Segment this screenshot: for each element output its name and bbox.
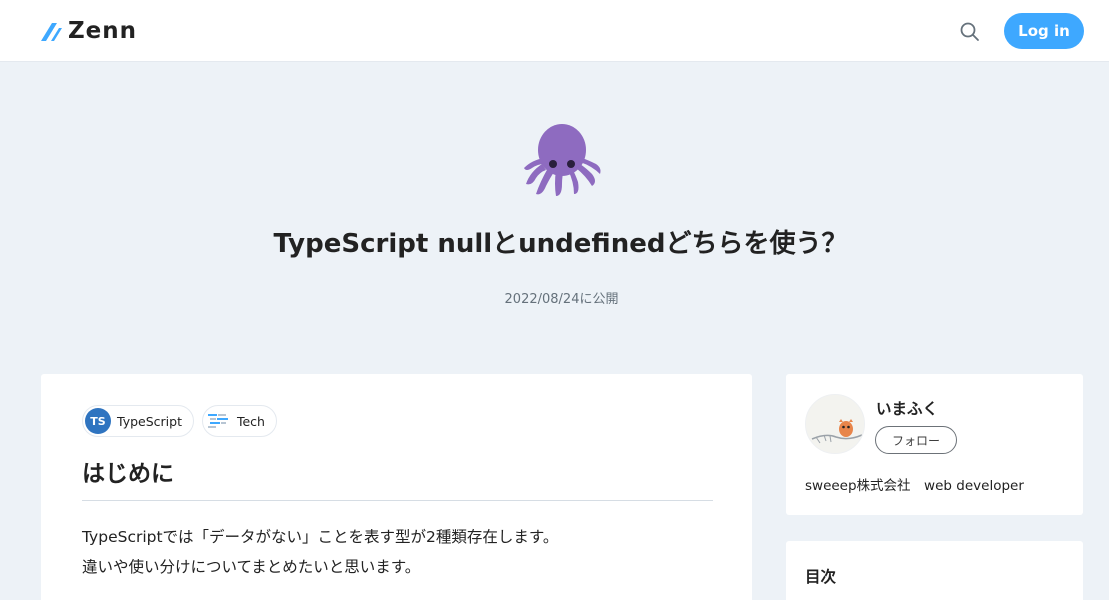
topic-label: TypeScript xyxy=(117,413,182,429)
avatar[interactable] xyxy=(805,394,865,454)
topic-label: Tech xyxy=(236,413,265,429)
typescript-icon: TS xyxy=(85,408,111,434)
search-icon[interactable] xyxy=(958,20,982,44)
zenn-logo[interactable]: Zenn xyxy=(40,19,137,43)
site-header: Zenn Log in xyxy=(0,0,1109,62)
topic-typescript[interactable]: TS TypeScript xyxy=(82,405,194,437)
author-bio: sweeep株式会社 web developer xyxy=(805,478,1024,494)
author-card: いまふく フォロー sweeep株式会社 web developer xyxy=(786,374,1083,515)
article-body: TS TypeScript Tech はじめに TypeScriptでは「データ… xyxy=(41,374,752,600)
published-date: 2022/08/24に公開 xyxy=(504,292,619,307)
login-button[interactable]: Log in xyxy=(1004,13,1084,49)
tech-icon xyxy=(204,408,231,434)
section-heading: はじめに xyxy=(82,458,713,501)
zenn-logo-icon xyxy=(41,23,62,41)
topic-tech[interactable]: Tech xyxy=(201,405,277,437)
paragraph-line: TypeScriptでは「データがない」ことを表す型が2種類存在します。 xyxy=(82,528,559,546)
table-of-contents: 目次 xyxy=(786,541,1083,600)
intro-paragraph: TypeScriptでは「データがない」ことを表す型が2種類存在します。 違いや… xyxy=(82,522,558,582)
topic-list: TS TypeScript Tech xyxy=(82,405,277,437)
follow-button[interactable]: フォロー xyxy=(875,426,957,454)
toc-title: 目次 xyxy=(805,568,837,586)
octopus-icon xyxy=(522,120,602,200)
article-title: TypeScript nullとundefinedどちらを使う？ xyxy=(273,229,848,259)
paragraph-line: 違いや使い分けについてまとめたいと思います。 xyxy=(82,558,421,576)
author-name[interactable]: いまふく xyxy=(876,397,938,419)
logo-text: Zenn xyxy=(68,18,138,44)
